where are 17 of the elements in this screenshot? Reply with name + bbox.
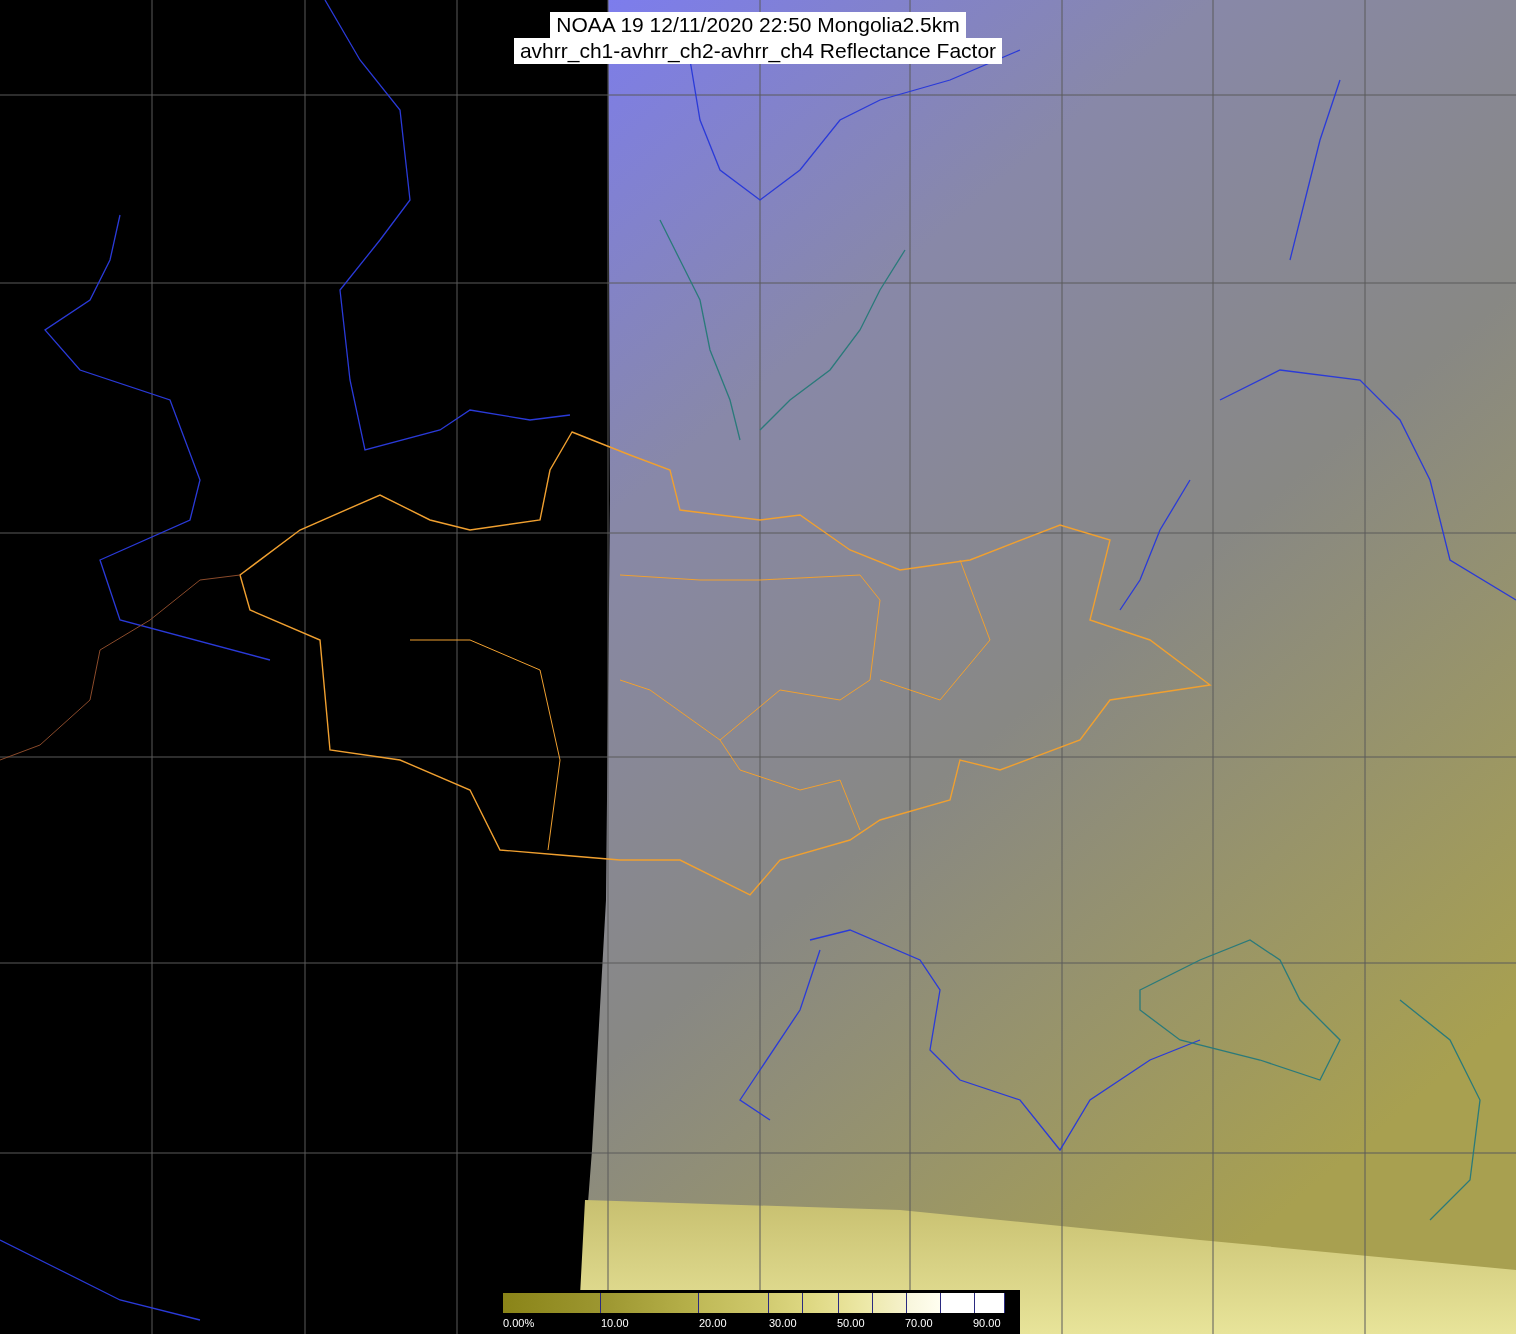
colorbar-label: 0.00% (503, 1317, 535, 1329)
color-swatch (975, 1293, 1005, 1313)
color-swatch (941, 1293, 975, 1313)
map-title: NOAA 19 12/11/2020 22:50 Mongolia2.5km (550, 12, 966, 38)
color-swatch (699, 1293, 769, 1313)
color-swatch (803, 1293, 839, 1313)
colorbar-label: 20.00 (699, 1317, 727, 1329)
colorbar-label: 70.00 (905, 1317, 933, 1329)
map-title: avhrr_ch1-avhrr_ch2-avhrr_ch4 Reflectance Factor (513, 38, 1003, 64)
colorbar-label: 30.00 (769, 1317, 797, 1329)
colorbar-label: 90.00 (973, 1317, 1001, 1329)
colorbar-label: 10.00 (601, 1317, 629, 1329)
color-swatch (769, 1293, 803, 1313)
colorbar-label: 50.00 (837, 1317, 865, 1329)
color-swatch (839, 1293, 873, 1313)
color-swatch (907, 1293, 941, 1313)
color-swatch (873, 1293, 907, 1313)
